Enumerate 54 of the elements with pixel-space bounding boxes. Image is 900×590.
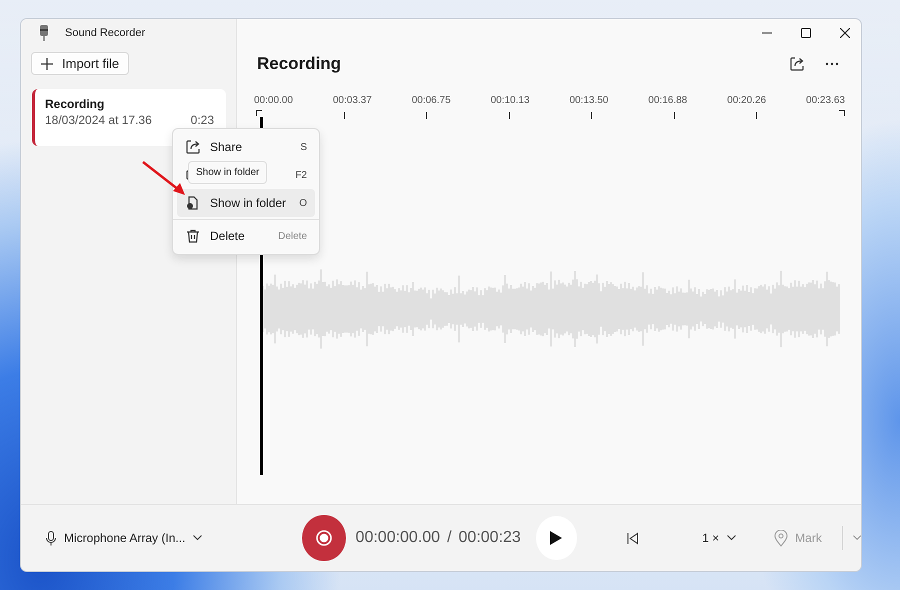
time-separator: / bbox=[447, 529, 452, 547]
microphone-dropdown[interactable]: Microphone Array (In... bbox=[46, 530, 202, 546]
tick-mark bbox=[674, 112, 675, 119]
menu-item[interactable]: Show in folder O bbox=[177, 189, 315, 217]
speed-dropdown[interactable]: 1 × bbox=[696, 530, 742, 546]
total-time: 00:00:23 bbox=[458, 529, 521, 547]
shortcut-label: S bbox=[300, 142, 307, 152]
tooltip: Show in folder bbox=[188, 161, 268, 184]
play-button[interactable] bbox=[536, 516, 578, 560]
chevron-down-icon[interactable] bbox=[852, 535, 861, 541]
shortcut-label: O bbox=[299, 198, 307, 208]
chevron-down-icon bbox=[727, 535, 736, 541]
timestamp-label: 00:20.26 bbox=[727, 95, 766, 106]
record-icon bbox=[316, 530, 332, 546]
more-icon[interactable] bbox=[825, 62, 839, 66]
trash-icon bbox=[186, 229, 200, 243]
corner-marker bbox=[838, 110, 845, 116]
timestamp-label: 00:10.13 bbox=[490, 95, 530, 106]
elapsed-time: 00:00:00.00 bbox=[356, 529, 440, 547]
recording-date: 18/03/2024 at 17.36 bbox=[45, 113, 152, 127]
tick-mark bbox=[426, 112, 428, 119]
play-icon bbox=[549, 530, 564, 546]
timestamp-label: 00:16.88 bbox=[648, 95, 688, 106]
arrow-annotation bbox=[141, 160, 187, 196]
corner-marker bbox=[256, 110, 262, 116]
timestamp-label: 00:23.63 bbox=[806, 95, 845, 106]
share-icon bbox=[186, 140, 200, 154]
recording-name: Recording bbox=[45, 97, 106, 111]
tick-mark bbox=[508, 112, 510, 119]
import-file-button[interactable]: Import file bbox=[31, 52, 130, 75]
close-icon[interactable] bbox=[840, 28, 850, 38]
menu-item[interactable]: Delete Delete bbox=[177, 222, 315, 250]
recording-duration: 0:23 bbox=[190, 113, 214, 127]
timestamp-label: 00:03.37 bbox=[332, 95, 372, 106]
tick-mark bbox=[756, 112, 758, 119]
share-icon[interactable] bbox=[790, 57, 804, 71]
microphone-icon bbox=[46, 530, 56, 546]
window-title: Sound Recorder bbox=[65, 27, 146, 39]
chevron-down-icon bbox=[193, 535, 202, 541]
tick-mark bbox=[591, 112, 592, 119]
file-icon bbox=[186, 196, 200, 210]
maximize-icon[interactable] bbox=[801, 28, 811, 38]
plus-icon bbox=[41, 58, 53, 70]
tick-mark bbox=[344, 112, 345, 119]
record-button[interactable] bbox=[302, 515, 346, 561]
timestamp-label: 00:13.50 bbox=[569, 95, 608, 106]
shortcut-label: Delete bbox=[278, 230, 307, 242]
shortcut-label: F2 bbox=[295, 170, 307, 180]
recording-title: Recording bbox=[257, 54, 342, 74]
timestamp-label: 00:00.00 bbox=[254, 95, 293, 106]
skip-back-icon[interactable] bbox=[627, 532, 638, 544]
location-pin-icon bbox=[774, 530, 788, 546]
timestamp-label: 00:06.75 bbox=[412, 95, 451, 106]
microphone-icon bbox=[38, 25, 50, 41]
